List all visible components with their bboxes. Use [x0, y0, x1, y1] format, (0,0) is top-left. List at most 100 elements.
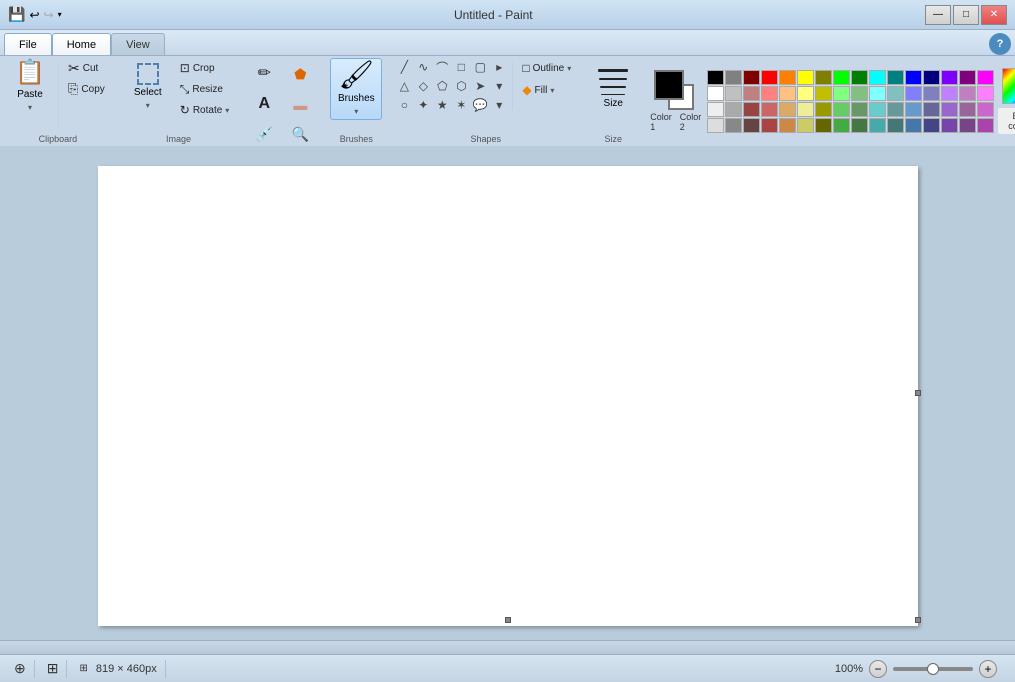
canvas-area[interactable]: [0, 146, 1015, 640]
color-swatch-2-12[interactable]: [923, 102, 940, 117]
maximize-button[interactable]: □: [953, 5, 979, 25]
color-swatch-2-1[interactable]: [725, 102, 742, 117]
color-swatch-0-2[interactable]: [743, 70, 760, 85]
shape-star6[interactable]: ✶: [452, 96, 470, 114]
color-swatch-0-7[interactable]: [833, 70, 850, 85]
shape-callout[interactable]: 💬: [471, 96, 489, 114]
handle-right-center[interactable]: [915, 390, 921, 396]
outline-button[interactable]: □ Outline: [517, 58, 576, 78]
color-swatch-2-9[interactable]: [869, 102, 886, 117]
eraser-button[interactable]: ▬: [283, 88, 317, 116]
shape-star4[interactable]: ✦: [414, 96, 432, 114]
size-button[interactable]: Size: [589, 58, 637, 120]
color-swatch-3-4[interactable]: [779, 118, 796, 133]
color-swatch-0-12[interactable]: [923, 70, 940, 85]
color-swatch-2-7[interactable]: [833, 102, 850, 117]
color-swatch-3-1[interactable]: [725, 118, 742, 133]
color-swatch-1-2[interactable]: [743, 86, 760, 101]
shape-pentagon[interactable]: ⬠: [433, 77, 451, 95]
color-swatch-1-11[interactable]: [905, 86, 922, 101]
shape-line[interactable]: ╱: [395, 58, 413, 76]
copy-button[interactable]: ⎘ Copy: [63, 79, 110, 99]
color-swatch-0-6[interactable]: [815, 70, 832, 85]
crop-button[interactable]: ⊡ Crop: [175, 58, 235, 78]
rainbow-swatch[interactable]: [1002, 68, 1015, 104]
quick-redo-icon[interactable]: ↪: [44, 8, 54, 22]
color-swatch-3-12[interactable]: [923, 118, 940, 133]
rotate-button[interactable]: ↻ Rotate: [175, 100, 235, 120]
color-swatch-0-0[interactable]: [707, 70, 724, 85]
shape-curve[interactable]: ∿: [414, 58, 432, 76]
color-swatch-0-13[interactable]: [941, 70, 958, 85]
color-swatch-0-3[interactable]: [761, 70, 778, 85]
color-swatch-3-8[interactable]: [851, 118, 868, 133]
quick-save-icon[interactable]: 💾: [8, 6, 25, 23]
color-swatch-1-4[interactable]: [779, 86, 796, 101]
color-swatch-1-9[interactable]: [869, 86, 886, 101]
fill2-button[interactable]: ◆ Fill: [517, 80, 576, 100]
color-swatch-1-3[interactable]: [761, 86, 778, 101]
minimize-button[interactable]: —: [925, 5, 951, 25]
shape-right-arrow[interactable]: ➤: [471, 77, 489, 95]
pencil-button[interactable]: ✏: [247, 58, 281, 86]
color-swatch-3-14[interactable]: [959, 118, 976, 133]
zoom-out-button[interactable]: −: [869, 660, 887, 678]
paste-button[interactable]: Paste: [6, 58, 54, 116]
color-swatch-2-0[interactable]: [707, 102, 724, 117]
color-swatch-0-9[interactable]: [869, 70, 886, 85]
color-swatch-2-5[interactable]: [797, 102, 814, 117]
fill-button[interactable]: ⬟: [283, 58, 317, 86]
color-swatch-2-8[interactable]: [851, 102, 868, 117]
canvas-resize-icon[interactable]: ⊞: [47, 660, 59, 677]
color-swatch-1-8[interactable]: [851, 86, 868, 101]
shape-triangle[interactable]: △: [395, 77, 413, 95]
color-swatch-0-14[interactable]: [959, 70, 976, 85]
color-swatch-0-1[interactable]: [725, 70, 742, 85]
color-swatch-2-4[interactable]: [779, 102, 796, 117]
quick-undo-icon[interactable]: ↩: [29, 8, 39, 22]
color-swatch-0-10[interactable]: [887, 70, 904, 85]
color-swatch-0-5[interactable]: [797, 70, 814, 85]
cut-button[interactable]: Cut: [63, 58, 110, 78]
shape-diamond[interactable]: ◇: [414, 77, 432, 95]
resize-button[interactable]: ⤡ Resize: [175, 79, 235, 99]
shape-more[interactable]: ▸: [490, 58, 508, 76]
color-swatch-3-0[interactable]: [707, 118, 724, 133]
shape-freeform[interactable]: ⌒: [433, 58, 451, 76]
color-swatch-0-11[interactable]: [905, 70, 922, 85]
color-swatch-2-10[interactable]: [887, 102, 904, 117]
color-swatch-1-14[interactable]: [959, 86, 976, 101]
shape-hexagon[interactable]: ⬡: [452, 77, 470, 95]
add-icon[interactable]: ⊕: [14, 660, 26, 677]
color-pick-button[interactable]: 💉: [247, 118, 281, 146]
tab-home[interactable]: Home: [52, 33, 111, 55]
shape-rounded-rect[interactable]: ▢: [471, 58, 489, 76]
color-swatch-3-11[interactable]: [905, 118, 922, 133]
color-swatch-1-1[interactable]: [725, 86, 742, 101]
color-swatch-2-6[interactable]: [815, 102, 832, 117]
color-swatch-1-6[interactable]: [815, 86, 832, 101]
select-button[interactable]: Select: [123, 58, 173, 116]
color-swatch-1-15[interactable]: [977, 86, 994, 101]
color-swatch-1-0[interactable]: [707, 86, 724, 101]
color-swatch-3-9[interactable]: [869, 118, 886, 133]
shape-dropdown[interactable]: ▾: [490, 77, 508, 95]
color-swatch-1-5[interactable]: [797, 86, 814, 101]
text-button[interactable]: A: [247, 88, 281, 116]
edit-colors-button[interactable]: Edit colors: [998, 108, 1015, 134]
handle-bottom-center[interactable]: [505, 617, 511, 623]
color-swatch-0-15[interactable]: [977, 70, 994, 85]
shape-dropdown2[interactable]: ▾: [490, 96, 508, 114]
color-swatch-3-5[interactable]: [797, 118, 814, 133]
color-swatch-1-7[interactable]: [833, 86, 850, 101]
color-swatch-3-2[interactable]: [743, 118, 760, 133]
zoom-in-button[interactable]: +: [979, 660, 997, 678]
color-swatch-3-10[interactable]: [887, 118, 904, 133]
color-swatch-2-13[interactable]: [941, 102, 958, 117]
handle-bottom-right[interactable]: [915, 617, 921, 623]
color-swatch-0-8[interactable]: [851, 70, 868, 85]
color-swatch-3-7[interactable]: [833, 118, 850, 133]
paint-canvas[interactable]: [98, 166, 918, 626]
color-swatch-1-10[interactable]: [887, 86, 904, 101]
color-swatch-2-14[interactable]: [959, 102, 976, 117]
